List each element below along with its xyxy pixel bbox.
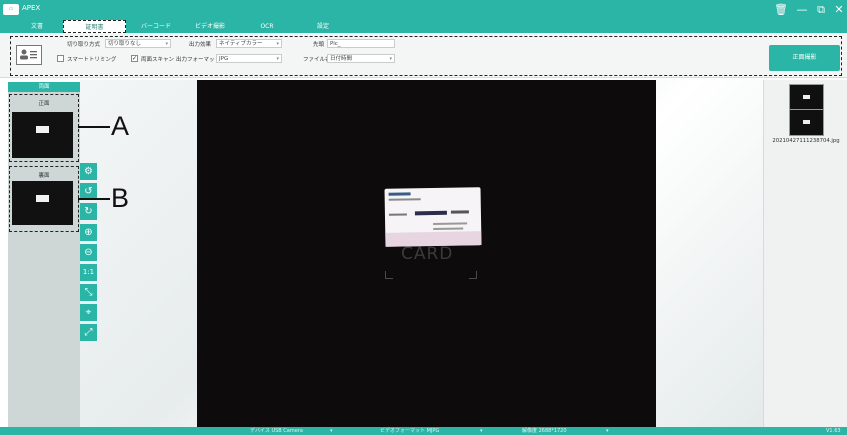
close-button[interactable]: ✕: [831, 2, 847, 18]
chevron-down-icon: ▾: [276, 56, 279, 62]
settings-gear-icon[interactable]: ⚙: [80, 163, 97, 180]
tab-ocr[interactable]: OCR: [252, 20, 282, 33]
callout-a-line: [78, 126, 110, 128]
chevron-down-icon: ▾: [276, 41, 279, 47]
filename-select[interactable]: 日付時間 ▾: [327, 54, 395, 63]
restore-button[interactable]: ⧉: [813, 2, 829, 18]
smart-trimming-label: スマートトリミング: [67, 57, 117, 63]
card-guide-label: CARD: [401, 244, 454, 264]
smart-trimming-checkbox[interactable]: [57, 55, 64, 62]
guide-corner: [385, 271, 393, 279]
tab-video[interactable]: ビデオ撮影: [188, 20, 232, 33]
thumbnail-back-card: [803, 120, 810, 124]
prefix-label: 先頭: [313, 42, 325, 48]
duplex-scan-checkbox[interactable]: ✓: [131, 55, 138, 62]
actual-size-icon[interactable]: 1:1: [80, 264, 97, 281]
crop-mode-select[interactable]: 切り取りなし ▾: [105, 39, 171, 48]
business-card-image: [384, 187, 482, 247]
minimize-button[interactable]: —: [794, 2, 810, 18]
callout-a: A: [111, 111, 130, 141]
output-format-select[interactable]: JPG ▾: [216, 54, 282, 63]
callout-b-line: [78, 198, 110, 200]
chevron-down-icon: ▾: [606, 428, 609, 434]
fullscreen-icon[interactable]: ⤢: [80, 324, 97, 341]
filename-value: 日付時間: [330, 56, 353, 62]
tab-settings[interactable]: 設定: [308, 20, 338, 33]
device-select[interactable]: デバイス USB Camera: [250, 427, 303, 435]
thumbnail-divider: [790, 109, 823, 110]
video-format-select[interactable]: ビデオフォーマット MJPG: [380, 427, 439, 435]
rotate-right-icon[interactable]: ↻: [80, 203, 97, 220]
id-card-icon[interactable]: [16, 45, 42, 65]
crop-mode-value: 切り取りなし: [108, 41, 142, 47]
side-panel-header: 両面: [8, 82, 80, 92]
status-bar: デバイス USB Camera ▾ ビデオフォーマット MJPG ▾ 解像度 2…: [0, 427, 847, 435]
center-target-icon[interactable]: ⌖: [80, 304, 97, 321]
thumbnail-front-card: [803, 95, 810, 99]
apex-logo-icon: ▭: [3, 4, 19, 15]
crop-mode-label: 切り取り方式: [67, 42, 101, 48]
tab-document[interactable]: 文書: [22, 20, 52, 33]
app-title: APEX: [22, 4, 41, 12]
output-effect-value: ネイティブカラー: [219, 41, 263, 47]
back-highlight: [9, 166, 79, 232]
fit-window-icon[interactable]: ⤡: [80, 284, 97, 301]
chevron-down-icon: ▾: [330, 428, 333, 434]
front-highlight: [9, 94, 79, 162]
chevron-down-icon: ▾: [480, 428, 483, 434]
output-format-label: 出力フォーマット: [176, 57, 221, 63]
title-bar: ▭ APEX 🗑 — ⧉ ✕: [0, 0, 847, 20]
chevron-down-icon: ▾: [389, 56, 392, 62]
zoom-out-icon[interactable]: ⊖: [80, 244, 97, 261]
chevron-down-icon: ▾: [165, 41, 168, 47]
tab-id-card[interactable]: 証明書: [63, 20, 126, 33]
captured-filename[interactable]: 20210427111238704.jpg: [765, 138, 847, 144]
output-effect-label: 出力効果: [189, 42, 212, 48]
output-effect-select[interactable]: ネイティブカラー ▾: [216, 39, 282, 48]
tab-barcode[interactable]: バーコード: [138, 20, 174, 33]
guide-corner: [469, 271, 477, 279]
zoom-in-icon[interactable]: ⊕: [80, 224, 97, 241]
captured-thumbnail[interactable]: [789, 84, 824, 136]
tab-bar: 文書 証明書 バーコード ビデオ撮影 OCR 設定: [0, 20, 847, 33]
prefix-input[interactable]: Pic_: [327, 39, 395, 48]
duplex-scan-label: 両面スキャン: [141, 57, 175, 63]
capture-front-button[interactable]: 正面撮影: [769, 45, 840, 71]
output-format-value: JPG: [219, 56, 229, 62]
trash-icon[interactable]: 🗑: [773, 2, 789, 18]
callout-b: B: [111, 183, 130, 213]
resolution-select[interactable]: 解像度 2688*1720: [522, 427, 567, 435]
version-label: V1.63: [826, 428, 841, 434]
